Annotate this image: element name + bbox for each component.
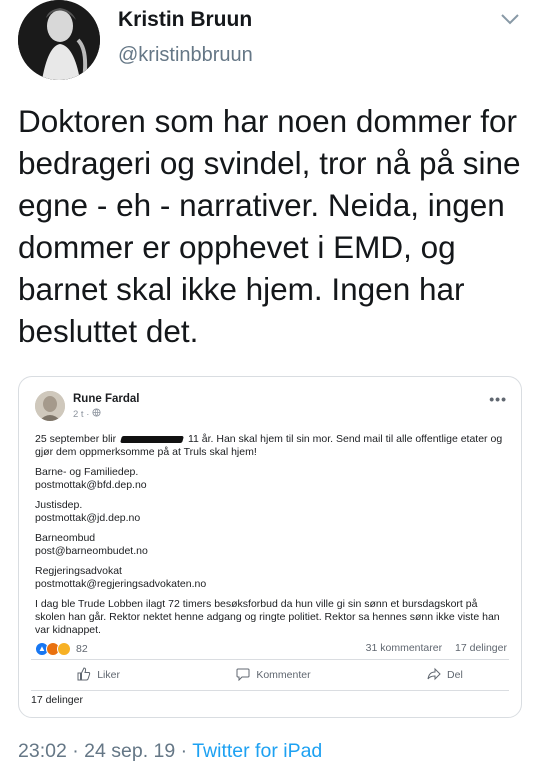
contact-email: postmottak@bfd.dep.no	[35, 479, 147, 491]
tweet-source-link[interactable]: Twitter for iPad	[192, 740, 322, 762]
divider	[31, 690, 509, 691]
contact-email: postmottak@jd.dep.no	[35, 512, 141, 524]
engagement-counts: 31 kommentarer 17 delinger	[356, 642, 507, 654]
tweet-time: 23:02	[18, 740, 67, 762]
contact-email: postmottak@regjeringsadvokaten.no	[35, 578, 207, 590]
author-name[interactable]: Kristin Bruun	[118, 8, 252, 32]
meta-separator: ·	[175, 740, 193, 762]
redaction-mark	[120, 435, 184, 443]
footer-shares: 17 delinger	[31, 694, 83, 706]
reactions-count: 82	[76, 643, 88, 655]
contact-name: Justisdep.	[35, 499, 83, 511]
thumbs-up-icon	[77, 666, 91, 684]
contact-name: Regjeringsadvokat	[35, 565, 122, 577]
like-action: Liker	[77, 666, 120, 684]
reactions-summary: ▲ 82	[35, 642, 88, 656]
more-dots-icon: •••	[489, 391, 507, 407]
post-time: 2 t ·	[73, 408, 101, 420]
meta-separator: ·	[66, 740, 85, 762]
contact-name: Barne- og Familiedep.	[35, 466, 139, 478]
comment-bubble-icon	[236, 667, 250, 684]
comments-count: 31 kommentarer	[365, 642, 443, 654]
sad-reaction-icon	[57, 642, 71, 656]
tweet-text: Doktoren som har noen dommer for bedrage…	[18, 103, 521, 349]
shares-count: 17 delinger	[455, 642, 507, 654]
post-author-avatar	[35, 391, 65, 421]
post-intro: 25 september blir 11 år. Han skal hjem t…	[35, 433, 503, 458]
divider	[31, 659, 509, 660]
post-author-name: Rune Fardal	[73, 393, 140, 405]
share-action: Del	[427, 667, 463, 684]
tweet-date: 24 sep. 19	[84, 740, 176, 762]
author-handle[interactable]: @kristinbbruun	[118, 44, 253, 67]
post-body: 25 september blir 11 år. Han skal hjem t…	[35, 433, 510, 637]
post-actions: Liker Kommenter Del	[19, 663, 521, 687]
globe-icon	[92, 408, 101, 420]
contact-name: Barneombud	[35, 532, 96, 544]
chevron-down-icon[interactable]	[499, 12, 521, 26]
tweet-meta: 23:02 · 24 sep. 19 · Twitter for iPad	[18, 740, 322, 763]
embedded-image[interactable]: Rune Fardal 2 t · ••• 25 september blir …	[18, 376, 522, 718]
comment-action: Kommenter	[236, 667, 311, 684]
author-avatar[interactable]	[18, 0, 100, 80]
share-arrow-icon	[427, 667, 441, 684]
contact-email: post@barneombudet.no	[35, 545, 148, 557]
post-closing: I dag ble Trude Lobben ilagt 72 timers b…	[35, 598, 500, 636]
